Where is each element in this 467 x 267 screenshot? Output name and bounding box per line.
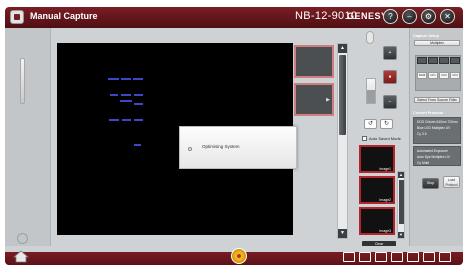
- sample-spot: [134, 144, 141, 146]
- exposure-level: [367, 90, 375, 103]
- load-protocol-button[interactable]: Load Protocol: [443, 176, 460, 188]
- export-icon[interactable]: [439, 252, 451, 262]
- protocol-summary: DOS Chlorin 640nm 720nm Blue LED Multipl…: [413, 117, 461, 144]
- help-icon[interactable]: ?: [383, 9, 398, 24]
- window-title: Manual Capture: [30, 11, 98, 21]
- info-icon[interactable]: [17, 233, 28, 244]
- app-logo-icon: [10, 10, 24, 24]
- protocol-line: Cy Multi: [417, 161, 429, 165]
- title-bar: Manual Capture NB-12-9010 GENESYS ? – ⚙ …: [5, 7, 463, 28]
- sample-spot: [134, 103, 143, 105]
- sample-spot: [109, 119, 119, 121]
- channel-button[interactable]: Ch3: [450, 72, 460, 79]
- auto-saved-label: Auto Saved Mode: [369, 136, 401, 141]
- chevron-down-icon[interactable]: ▼: [398, 232, 404, 238]
- preview-tile[interactable]: [294, 45, 334, 78]
- channel-slot[interactable]: [450, 57, 460, 64]
- sample-spot: [122, 119, 131, 121]
- sample-spot: [134, 119, 143, 121]
- left-tool-column: [5, 28, 51, 246]
- camera-controls: + ● − ↺ ↻: [350, 28, 407, 133]
- folder-icon[interactable]: [407, 252, 419, 262]
- zoom-out-button[interactable]: −: [383, 95, 397, 109]
- protocol-line: Cy 3.5: [417, 132, 427, 136]
- channel-slot[interactable]: [439, 57, 449, 64]
- sample-spot: [121, 94, 131, 96]
- preview-tiles: ▶: [293, 41, 335, 241]
- protocol-line: Blue LED Multiplex UV: [417, 126, 451, 130]
- protocol-line: Automated Exposure: [417, 149, 448, 153]
- zoom-in-button[interactable]: +: [383, 46, 397, 60]
- image-label: Image3: [379, 229, 391, 233]
- protocol-line: Auto Dye Multiplex UV: [417, 155, 450, 159]
- rotate-left-button[interactable]: ↺: [364, 119, 377, 129]
- captured-image[interactable]: Image1: [359, 145, 395, 173]
- settings-panel: Capture Setup Multiplex RGB Ch1 Ch2 Ch3 …: [409, 28, 463, 248]
- captures-scrollbar[interactable]: ▲ ▼: [397, 171, 405, 239]
- exposure-summary: Automated Exposure Auto Dye Multiplex UV…: [413, 146, 461, 166]
- edit-icon[interactable]: [391, 252, 403, 262]
- sample-spot: [120, 100, 132, 102]
- scrollbar-thumb[interactable]: [399, 180, 404, 224]
- app-window: Manual Capture NB-12-9010 GENESYS ? – ⚙ …: [5, 7, 463, 265]
- channel-slot[interactable]: [428, 57, 438, 64]
- current-protocol-heading: Current Protocol: [413, 111, 444, 115]
- channel-slot[interactable]: [417, 57, 427, 64]
- channel-button[interactable]: Ch1: [428, 72, 438, 79]
- sample-spot: [133, 78, 143, 80]
- zoom-slider[interactable]: [20, 58, 25, 104]
- preview-tile[interactable]: ▶: [294, 83, 334, 116]
- home-icon[interactable]: [13, 250, 29, 263]
- chevron-right-icon: ▶: [326, 97, 330, 103]
- channel-button[interactable]: RGB: [417, 72, 427, 79]
- sample-spot: [110, 94, 118, 96]
- capture-setup-heading: Capture Setup: [413, 34, 439, 38]
- focus-knob[interactable]: [366, 31, 374, 44]
- print-icon[interactable]: [423, 252, 435, 262]
- exposure-slider[interactable]: [366, 78, 376, 104]
- captured-image[interactable]: Image2: [359, 176, 395, 204]
- close-icon[interactable]: ✕: [440, 9, 455, 24]
- spinner-icon: [188, 147, 192, 151]
- monitor-icon[interactable]: [343, 252, 355, 262]
- auto-saved-checkbox[interactable]: [362, 136, 367, 141]
- settings-icon[interactable]: ⚙: [421, 9, 436, 24]
- live-preview[interactable]: Optimising System: [57, 43, 297, 235]
- captured-images: Image1 Image2 Image3: [359, 145, 395, 237]
- viewer-scrollbar[interactable]: ▲ ▼: [337, 43, 348, 239]
- rotate-right-button[interactable]: ↻: [380, 119, 393, 129]
- stop-button[interactable]: Stop: [422, 178, 439, 189]
- layout-icon[interactable]: [375, 252, 387, 262]
- dialog-message: Optimising System: [202, 144, 240, 149]
- minimize-icon[interactable]: –: [402, 9, 417, 24]
- channel-button[interactable]: Ch2: [439, 72, 449, 79]
- chevron-down-icon[interactable]: ▼: [338, 229, 347, 238]
- scrollbar-thumb[interactable]: [339, 55, 346, 135]
- image-label: Image1: [379, 167, 391, 171]
- image-label: Image2: [379, 198, 391, 202]
- progress-dialog: Optimising System: [179, 126, 297, 169]
- record-button[interactable]: ●: [383, 70, 397, 84]
- sample-spot: [108, 78, 119, 80]
- sample-spot: [121, 78, 131, 80]
- monitor-icon[interactable]: [359, 252, 371, 262]
- captured-image[interactable]: Image3: [359, 207, 395, 235]
- select-filter-button[interactable]: Select From Source Filter: [414, 97, 460, 103]
- capture-icon[interactable]: [231, 248, 247, 264]
- protocol-line: DOS Chlorin 640nm 720nm: [417, 120, 458, 124]
- chevron-up-icon[interactable]: ▲: [338, 44, 347, 53]
- chevron-up-icon[interactable]: ▲: [398, 172, 404, 178]
- application-select[interactable]: Multiplex: [414, 40, 460, 46]
- sample-spot: [134, 94, 143, 96]
